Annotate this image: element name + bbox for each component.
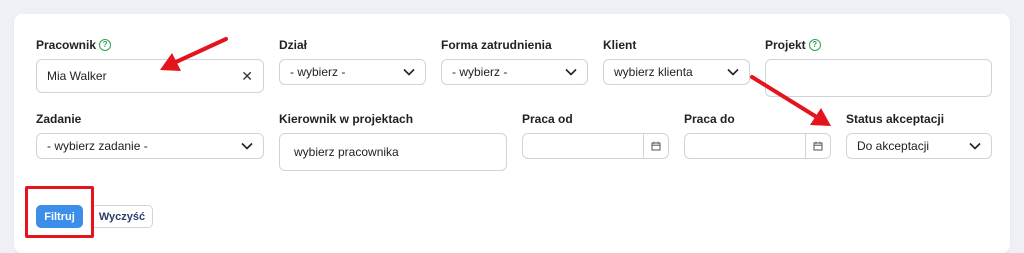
arrow-to-status xyxy=(750,75,831,126)
annotation-arrows xyxy=(160,37,831,126)
arrow-to-pracownik xyxy=(160,37,228,71)
